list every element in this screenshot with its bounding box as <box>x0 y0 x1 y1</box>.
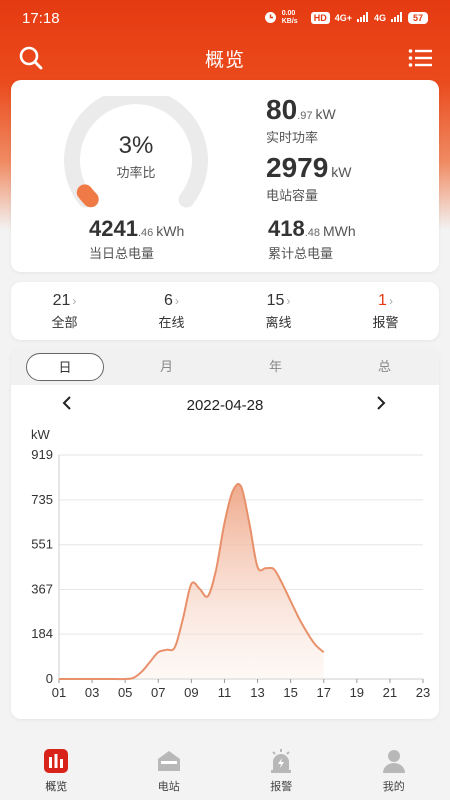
count-number: 15 <box>266 292 285 309</box>
count-alarm[interactable]: 1 › 报警 <box>332 282 439 340</box>
overview-chart-icon <box>43 748 69 774</box>
total-energy-int: 418 <box>268 216 305 241</box>
y-axis-label: kW <box>31 427 51 442</box>
x-tick-label: 15 <box>283 685 297 700</box>
x-tick-label: 21 <box>383 685 397 700</box>
net-speed: 0.00 KB/s <box>281 10 298 25</box>
tabbar-label: 概览 <box>45 781 68 793</box>
summary-card: 3% 功率比 80.97 kW 实时功率 2979 kW 电站容量 4241.46 k… <box>11 80 439 272</box>
tab-total[interactable]: 总 <box>330 353 439 381</box>
realtime-power: 80.97 kW 实时功率 <box>266 94 336 146</box>
tabbar-item-profile[interactable]: 我的 <box>338 740 450 800</box>
status-indicators: 0.00 KB/s HD 4G+ 4G 57 <box>264 10 428 26</box>
daily-energy: 4241.46 kWh 当日总电量 <box>89 216 184 262</box>
alarm-icon <box>268 748 294 774</box>
x-tick-label: 13 <box>250 685 264 700</box>
realtime-power-unit: kW <box>315 106 336 122</box>
bottom-tabbar: 概览 电站 报警 我的 <box>0 740 450 800</box>
status-bar: 17:18 0.00 KB/s HD 4G+ 4G 57 <box>0 0 450 36</box>
chevron-left-icon[interactable] <box>61 395 73 416</box>
signal-1: 4G+ <box>334 13 352 23</box>
count-label: 全部 <box>51 315 78 330</box>
count-all[interactable]: 21 › 全部 <box>11 282 118 340</box>
y-tick-label: 919 <box>31 447 53 462</box>
x-tick-label: 07 <box>151 685 165 700</box>
page-title: 概览 <box>204 49 245 71</box>
count-label: 报警 <box>372 315 399 330</box>
realtime-power-int: 80 <box>266 94 298 125</box>
total-energy-label: 累计总电量 <box>268 246 334 261</box>
realtime-power-dec: .97 <box>297 110 313 122</box>
chevron-right-icon: › <box>388 294 393 308</box>
daily-energy-unit: kWh <box>156 223 185 239</box>
navbar: 概览 <box>0 38 450 78</box>
x-tick-label: 23 <box>416 685 430 700</box>
tab-month[interactable]: 月 <box>112 353 221 381</box>
period-tabs: 日 月 年 总 <box>11 349 439 385</box>
hd-badge: HD <box>310 12 330 24</box>
tabbar-item-overview[interactable]: 概览 <box>0 740 113 800</box>
y-tick-label: 735 <box>31 492 53 507</box>
gauge-text: 3% 功率比 <box>63 132 209 181</box>
x-tick-label: 01 <box>52 685 66 700</box>
chevron-right-icon[interactable] <box>375 395 387 416</box>
tabbar-label: 电站 <box>157 781 180 793</box>
series-area <box>59 484 324 680</box>
status-time: 17:18 <box>22 9 60 27</box>
tab-day[interactable]: 日 <box>26 353 104 381</box>
total-energy: 418.48 MWh 累计总电量 <box>268 216 356 262</box>
gauge-percent: 3% <box>118 132 154 159</box>
x-tick-label: 17 <box>316 685 330 700</box>
profile-icon <box>381 748 407 774</box>
menu-icon[interactable] <box>408 47 432 69</box>
alarm-clock-icon <box>264 11 277 26</box>
signal-bars-icon <box>390 12 403 24</box>
daily-energy-dec: .46 <box>137 227 154 239</box>
x-tick-label: 11 <box>218 685 232 700</box>
signal-2: 4G <box>373 13 386 23</box>
tabbar-label: 我的 <box>382 781 405 793</box>
y-tick-label: 367 <box>31 582 53 597</box>
x-tick-label: 05 <box>118 685 132 700</box>
chevron-right-icon: › <box>286 294 291 308</box>
tabbar-item-alarm[interactable]: 报警 <box>225 740 338 800</box>
power-chart-card: 日 月 年 总 2022-04-28 kW 0 184 367 551 735 919 01 0… <box>11 349 439 719</box>
realtime-power-label: 实时功率 <box>266 130 319 145</box>
capacity-int: 2979 <box>266 152 329 183</box>
station-counts-card: 21 › 全部 6 › 在线 15 › 离线 1 › 报警 <box>11 282 439 340</box>
x-tick-label: 03 <box>85 685 99 700</box>
y-tick-label: 551 <box>31 537 53 552</box>
count-label: 在线 <box>158 315 185 330</box>
count-label: 离线 <box>265 315 292 330</box>
tab-year[interactable]: 年 <box>221 353 330 381</box>
count-number: 21 <box>52 292 71 309</box>
gauge-label: 功率比 <box>116 165 156 180</box>
chevron-right-icon: › <box>174 294 179 308</box>
y-tick-label: 184 <box>31 626 53 641</box>
daily-energy-label: 当日总电量 <box>89 246 155 261</box>
tabbar-item-station[interactable]: 电站 <box>113 740 226 800</box>
count-offline[interactable]: 15 › 离线 <box>225 282 332 340</box>
count-number: 6 <box>164 292 173 309</box>
tabbar-label: 报警 <box>270 781 293 793</box>
search-icon[interactable] <box>18 45 44 71</box>
selected-date: 2022-04-28 <box>186 396 264 414</box>
daily-energy-int: 4241 <box>89 216 138 241</box>
total-energy-unit: MWh <box>323 223 356 239</box>
chevron-right-icon: › <box>72 294 77 308</box>
count-number: 1 <box>378 292 387 309</box>
x-tick-label: 19 <box>350 685 364 700</box>
date-navigator: 2022-04-28 <box>11 393 439 417</box>
station-icon <box>156 748 182 774</box>
power-area-chart: kW 0 184 367 551 735 919 01 03 05 07 09 11 13 15 17 19 21… <box>31 427 430 700</box>
y-tick-label: 0 <box>46 671 53 686</box>
signal-bars-icon <box>356 12 369 24</box>
capacity-unit: kW <box>331 164 352 180</box>
battery-indicator: 57 <box>407 12 428 24</box>
count-online[interactable]: 6 › 在线 <box>118 282 225 340</box>
capacity-label: 电站容量 <box>266 188 319 203</box>
x-tick-label: 09 <box>184 685 198 700</box>
station-capacity: 2979 kW 电站容量 <box>266 152 352 204</box>
total-energy-dec: .48 <box>304 227 321 239</box>
